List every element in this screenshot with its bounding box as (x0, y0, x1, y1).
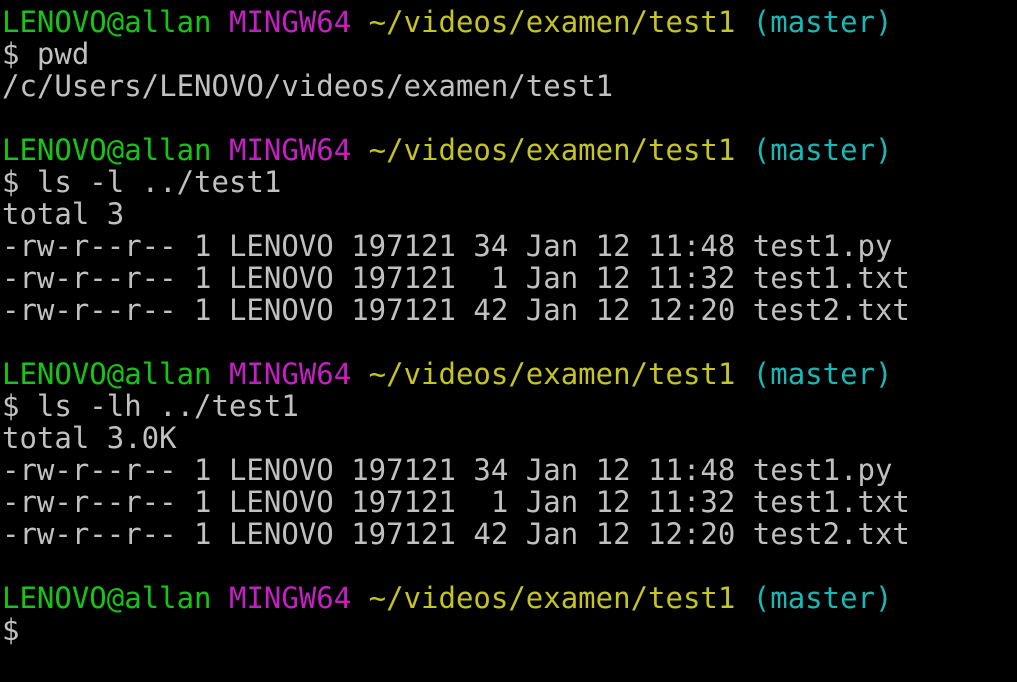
terminal-window[interactable]: LENOVO@allan MINGW64 ~/videos/examen/tes… (0, 0, 1017, 682)
output-line: total 3.0K (2, 421, 177, 455)
prompt-user: LENOVO@allan (2, 5, 212, 39)
prompt-user: LENOVO@allan (2, 357, 212, 391)
prompt-user: LENOVO@allan (2, 581, 212, 615)
output-line: -rw-r--r-- 1 LENOVO 197121 1 Jan 12 11:3… (2, 485, 910, 519)
prompt-line: LENOVO@allan MINGW64 ~/videos/examen/tes… (2, 134, 1017, 166)
prompt-msystem: MINGW64 (228, 133, 352, 167)
output-line: -rw-r--r-- 1 LENOVO 197121 1 Jan 12 11:3… (2, 261, 910, 295)
prompt-branch: (master) (752, 5, 893, 39)
prompt-branch: (master) (752, 133, 893, 167)
prompt-msystem: MINGW64 (228, 357, 352, 391)
prompt-line: LENOVO@allan MINGW64 ~/videos/examen/tes… (2, 6, 1017, 38)
prompt-line: LENOVO@allan MINGW64 ~/videos/examen/tes… (2, 582, 1017, 614)
output-line: -rw-r--r-- 1 LENOVO 197121 34 Jan 12 11:… (2, 453, 893, 487)
prompt-msystem: MINGW64 (228, 5, 352, 39)
prompt-msystem: MINGW64 (228, 581, 352, 615)
prompt-path: ~/videos/examen/test1 (368, 5, 736, 39)
prompt-user: LENOVO@allan (2, 133, 212, 167)
output-line: -rw-r--r-- 1 LENOVO 197121 42 Jan 12 12:… (2, 517, 910, 551)
command-line: $ ls -l ../test1 (2, 165, 282, 199)
prompt-path: ~/videos/examen/test1 (368, 581, 736, 615)
output-line: total 3 (2, 197, 125, 231)
output-line: -rw-r--r-- 1 LENOVO 197121 42 Jan 12 12:… (2, 293, 910, 327)
output-line: /c/Users/LENOVO/videos/examen/test1 (2, 69, 614, 103)
prompt-path: ~/videos/examen/test1 (368, 357, 736, 391)
prompt-line: LENOVO@allan MINGW64 ~/videos/examen/tes… (2, 358, 1017, 390)
prompt-branch: (master) (752, 581, 893, 615)
prompt-path: ~/videos/examen/test1 (368, 133, 736, 167)
output-line: -rw-r--r-- 1 LENOVO 197121 34 Jan 12 11:… (2, 229, 893, 263)
command-input-line[interactable]: $ (2, 614, 1017, 646)
command-line: $ pwd (2, 37, 90, 71)
prompt-branch: (master) (752, 357, 893, 391)
command-line: $ ls -lh ../test1 (2, 389, 299, 423)
